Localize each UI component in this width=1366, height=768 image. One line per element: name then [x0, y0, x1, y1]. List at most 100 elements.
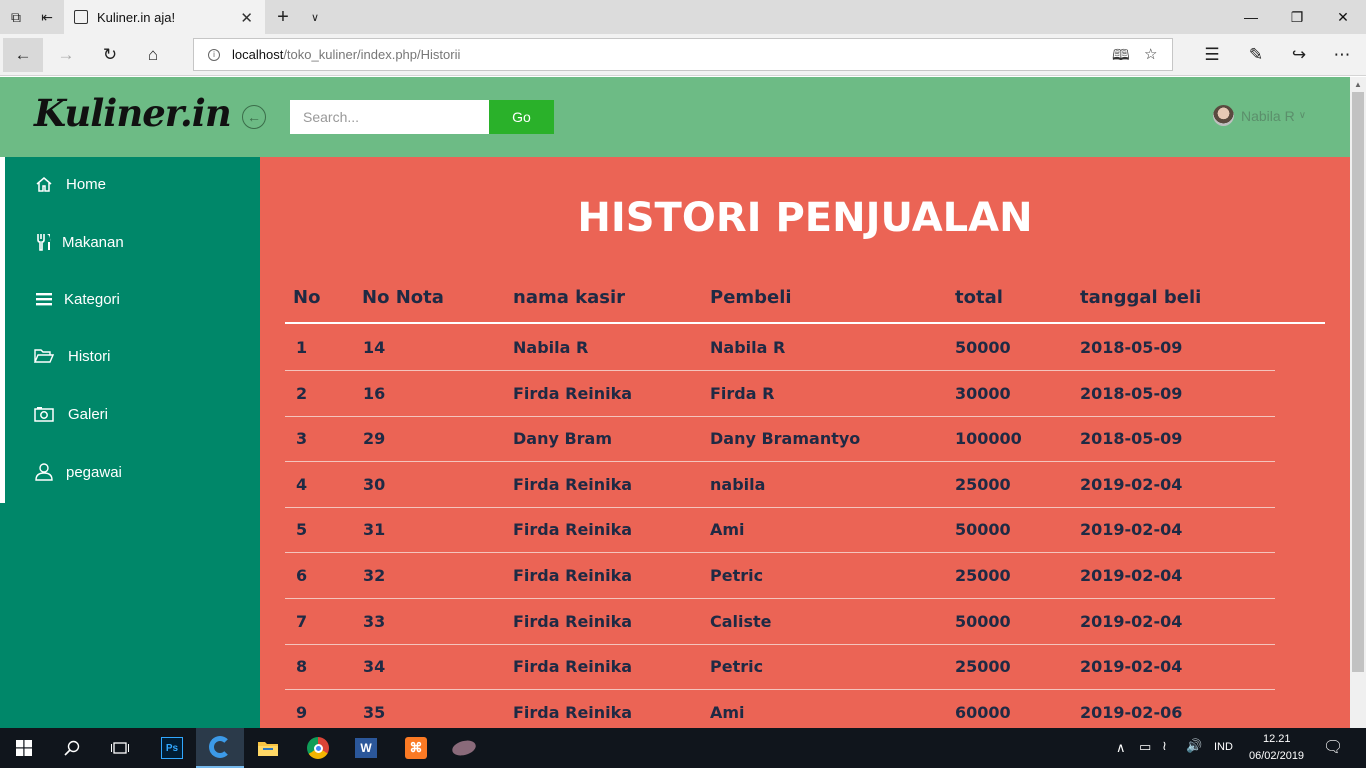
table-cell: 8 [296, 657, 308, 677]
close-window-icon[interactable]: ✕ [1320, 0, 1366, 34]
table-cell: 2018-05-09 [1080, 383, 1183, 403]
table-cell: Ami [710, 520, 745, 540]
user-icon [34, 463, 54, 481]
table-cell: 100000 [955, 429, 1022, 449]
new-tab-icon[interactable]: + [268, 0, 298, 34]
wifi-icon[interactable]: ≀ [1162, 738, 1167, 754]
search-icon[interactable] [48, 728, 96, 768]
scroll-up-arrow-icon[interactable]: ▲ [1350, 77, 1366, 91]
search-input[interactable] [290, 100, 489, 134]
table-cell: 32 [363, 566, 386, 585]
sidebar-item-label: Home [66, 175, 107, 193]
sidebar-item-pegawai[interactable]: pegawai [34, 463, 122, 481]
site-header: Kuliner.in ← Go Nabila R ∨ [0, 77, 1350, 157]
table-row: 7 33 Firda Reinika Caliste 50000 2019-02-04 [285, 599, 1275, 645]
file-explorer-icon[interactable] [244, 728, 292, 768]
table-cell: 4 [296, 474, 308, 494]
forward-icon[interactable]: → [46, 38, 86, 72]
input-language[interactable]: IND [1214, 741, 1233, 753]
notes-pen-icon[interactable]: ✎ [1236, 38, 1276, 72]
windows-start-icon[interactable] [0, 728, 48, 768]
table-cell: Firda Reinika [513, 702, 633, 722]
tab-list-chevron-icon[interactable]: ∨ [300, 0, 330, 34]
page-favicon-icon [74, 10, 88, 24]
refresh-icon[interactable]: ↻ [90, 38, 130, 72]
sidebar-item-home[interactable]: Home [34, 175, 106, 193]
back-icon[interactable]: ← [3, 38, 43, 72]
close-tab-icon[interactable]: ✕ [240, 9, 253, 27]
table-row: 3 29 Dany Bram Dany Bramantyo 100000 2018-05-… [285, 416, 1275, 463]
table-cell: Firda Reinika [513, 383, 633, 403]
restore-icon[interactable]: ❐ [1274, 0, 1320, 34]
set-aside-tabs-icon[interactable]: ⇤ [32, 0, 62, 34]
sidebar-item-label: Makanan [62, 233, 124, 251]
sidebar-item-makanan[interactable]: Makanan [34, 233, 124, 251]
site-logo[interactable]: Kuliner.in [34, 91, 232, 135]
user-name: Nabila R [1241, 107, 1295, 124]
table-cell: Petric [710, 657, 764, 677]
reading-view-icon[interactable]: 🕮 [1112, 45, 1130, 70]
battery-icon[interactable]: ▭ [1139, 739, 1151, 755]
table-cell: Nabila R [513, 338, 589, 357]
sidebar-item-label: pegawai [66, 463, 122, 481]
photoshop-icon[interactable]: Ps [148, 728, 196, 768]
browser-tab[interactable]: Kuliner.in aja! ✕ [64, 0, 265, 34]
browser-tab-strip: ⧉ ⇤ Kuliner.in aja! ✕ + ∨ — ❐ ✕ [0, 0, 1366, 34]
address-bar[interactable]: i localhost/toko_kuliner/index.php/Histo… [193, 38, 1173, 71]
sidebar-toggle-back-icon[interactable]: ← [242, 105, 266, 129]
sidebar-item-label: Kategori [64, 290, 120, 308]
task-view-icon[interactable] [96, 728, 144, 768]
main-content: HISTORI PENJUALAN No No Nota nama kasir … [260, 157, 1350, 728]
column-header: No [293, 287, 321, 308]
tab-actions-icon[interactable]: ⧉ [1, 0, 31, 34]
table-cell: 25000 [955, 474, 1011, 494]
site-info-icon[interactable]: i [208, 48, 220, 61]
home-icon [34, 175, 54, 193]
table-cell: 50000 [955, 611, 1011, 631]
table-cell: 50000 [955, 338, 1011, 357]
column-header: tanggal beli [1080, 287, 1202, 308]
sidebar-item-label: Galeri [68, 405, 109, 423]
more-menu-icon[interactable]: ⋯ [1322, 38, 1362, 72]
volume-icon[interactable]: 🔊 [1186, 738, 1202, 754]
sidebar-item-kategori[interactable]: Kategori [34, 290, 120, 308]
share-icon[interactable]: ↪ [1279, 38, 1319, 72]
edge-browser-icon[interactable] [196, 728, 244, 768]
table-row: 8 34 Firda Reinika Petric 25000 2019-02-04 [285, 644, 1275, 691]
table-cell: 3 [296, 429, 308, 449]
action-center-icon[interactable]: 🗨 [1323, 737, 1343, 757]
chevron-down-icon: ∨ [1298, 110, 1307, 121]
app-icon[interactable] [440, 728, 488, 768]
minimize-icon[interactable]: — [1228, 0, 1274, 34]
column-header: No Nota [362, 287, 444, 308]
table-header: No No Nota nama kasir Pembeli total tang… [285, 287, 1325, 324]
favorite-star-icon[interactable]: ☆ [1144, 45, 1157, 63]
clock-time[interactable]: 12.21 [1263, 733, 1291, 745]
table-cell: Nabila R [710, 338, 786, 357]
table-cell: 2019-02-04 [1080, 474, 1183, 494]
xampp-icon[interactable]: ⌘ [392, 728, 440, 768]
go-button[interactable]: Go [489, 100, 554, 134]
table-cell: Dany Bramantyo [710, 429, 861, 449]
table-cell: 31 [363, 520, 386, 540]
home-browser-icon[interactable]: ⌂ [133, 38, 173, 72]
word-icon[interactable]: W [342, 728, 390, 768]
table-cell: Firda R [710, 383, 775, 403]
show-hidden-icons-icon[interactable]: ∧ [1116, 740, 1126, 756]
user-menu[interactable]: Nabila R ∨ [1213, 105, 1306, 126]
favorites-hub-icon[interactable]: ☰ [1192, 38, 1232, 72]
table-cell: 29 [363, 429, 386, 449]
table-cell: 2 [296, 383, 308, 403]
table-cell: Firda Reinika [513, 611, 633, 631]
scrollbar-thumb[interactable] [1352, 92, 1364, 672]
sidebar-item-galeri[interactable]: Galeri [34, 405, 108, 423]
chrome-icon[interactable] [294, 728, 342, 768]
table-cell: Caliste [710, 611, 772, 631]
table-cell: Firda Reinika [513, 657, 633, 677]
table-cell: 2019-02-04 [1080, 520, 1183, 540]
clock-date[interactable]: 06/02/2019 [1249, 750, 1304, 762]
table-cell: 1 [296, 338, 308, 357]
sidebar-item-histori[interactable]: Histori [34, 347, 111, 365]
table-cell: 6 [296, 566, 308, 585]
sidebar-edge [0, 157, 5, 503]
